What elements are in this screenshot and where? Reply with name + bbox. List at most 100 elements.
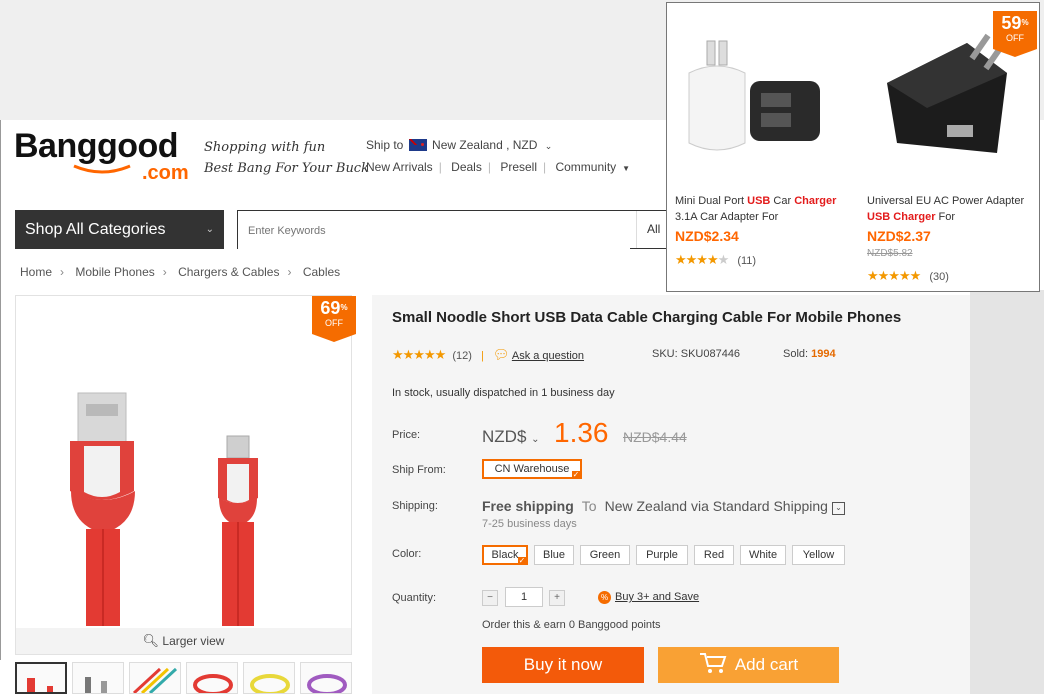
buy-now-button[interactable]: Buy it now	[482, 647, 644, 683]
thumbnail-1[interactable]	[15, 662, 67, 694]
color-option-purple[interactable]: Purple	[636, 545, 688, 565]
name-highlight: Charger	[794, 195, 837, 207]
name-part: Universal EU AC Power Adapter	[867, 195, 1025, 207]
larger-view-button[interactable]: 🔍︎ Larger view	[16, 628, 351, 654]
usb-cable-image	[70, 392, 258, 626]
thumbnail-image	[250, 674, 290, 693]
breadcrumb-separator-icon: ›	[287, 265, 292, 279]
nav-divider: |	[543, 160, 547, 174]
add-to-cart-button[interactable]: Add cart	[658, 647, 839, 683]
recommended-product-1-rating: ★★★★★ (11)	[675, 252, 756, 268]
popup-discount-badge: 59% OFF	[993, 11, 1037, 57]
currency-selector[interactable]: NZD$ ⌄	[482, 427, 540, 447]
chevron-down-icon: ⌄	[544, 141, 553, 151]
search-input[interactable]	[238, 211, 630, 250]
color-option-green[interactable]: Green	[580, 545, 630, 565]
recommended-product-1-name: Mini Dual Port USB Car Charger 3.1A Car …	[675, 193, 847, 225]
sold-value: 1994	[811, 348, 836, 360]
recommended-product-1-price: NZD$2.34	[675, 228, 739, 244]
page-side-shade	[970, 290, 1044, 694]
thumbnail-6[interactable]	[300, 662, 352, 694]
currency-value: NZD$	[482, 427, 527, 446]
ship-to-value: New Zealand , NZD	[432, 138, 538, 152]
product-title: Small Noodle Short USB Data Cable Chargi…	[392, 309, 902, 326]
name-part: 3.1A Car Adapter For	[675, 211, 779, 223]
nz-flag-icon	[408, 139, 427, 151]
quantity-label: Quantity:	[392, 592, 437, 604]
price-label: Price:	[392, 429, 421, 441]
nav-new-arrivals[interactable]: New Arrivals	[366, 160, 439, 174]
magnifier-icon: 🔍︎	[142, 633, 160, 648]
thumbnail-5[interactable]	[243, 662, 295, 694]
color-option-yellow[interactable]: Yellow	[792, 545, 845, 565]
points-note: Order this & earn 0 Banggood points	[482, 619, 661, 631]
caret-down-icon: ▼	[622, 164, 631, 173]
recommended-product-2-price: NZD$2.37	[867, 228, 931, 244]
dropdown-icon: ⌄	[831, 502, 845, 515]
buy-more-save-label: Buy 3+ and Save	[615, 591, 700, 603]
nav-divider: |	[487, 160, 491, 174]
thumbnail-image	[193, 674, 233, 693]
buy-more-save-link[interactable]: % Buy 3+ and Save	[598, 591, 699, 604]
discount-value: 59	[1001, 13, 1022, 33]
breadcrumb-home[interactable]: Home	[20, 265, 52, 279]
name-highlight: USB	[867, 211, 891, 223]
categories-label: Shop All Categories	[25, 221, 166, 238]
name-part: For	[935, 211, 956, 223]
sku: SKU: SKU087446	[652, 348, 741, 360]
breadcrumb: Home › Mobile Phones › Chargers & Cables › …	[20, 265, 340, 279]
tagline-line1: Shopping with fun	[204, 140, 326, 155]
breadcrumb-mobile-phones[interactable]: Mobile Phones	[75, 265, 154, 279]
color-option-black[interactable]: Black	[482, 545, 528, 565]
ship-to-label: Ship to	[366, 138, 404, 152]
shop-all-categories-button[interactable]: Shop All Categories ⌄	[15, 210, 224, 249]
car-charger-illustration	[675, 13, 843, 161]
discount-off: OFF	[1006, 33, 1024, 43]
breadcrumb-separator-icon: ›	[60, 265, 65, 279]
thumbnail-image	[85, 677, 107, 693]
sold-label: Sold:	[783, 348, 809, 360]
shipping-to: To	[581, 498, 597, 514]
name-part: Car	[770, 195, 795, 207]
rating-stars-icon: ★★★★★	[867, 268, 921, 283]
thumbnail-2[interactable]	[72, 662, 124, 694]
recommended-product-2-old-price: NZD$5.82	[867, 248, 913, 259]
quantity-plus-button[interactable]: +	[549, 590, 565, 606]
thumbnail-image	[307, 674, 347, 693]
thumbnail-4[interactable]	[186, 662, 238, 694]
color-option-red[interactable]: Red	[694, 545, 734, 565]
review-count: (11)	[737, 255, 757, 267]
breadcrumb-chargers-cables[interactable]: Chargers & Cables	[178, 265, 279, 279]
product-info-panel: Small Noodle Short USB Data Cable Chargi…	[372, 295, 970, 694]
recommended-product-1[interactable]: Mini Dual Port USB Car Charger 3.1A Car …	[667, 3, 847, 293]
product-gallery[interactable]: 69% OFF 🔍︎ Larger view	[15, 295, 356, 655]
color-option-white[interactable]: White	[740, 545, 786, 565]
ship-to-selector[interactable]: Ship to New Zealand , NZD ⌄	[366, 138, 552, 152]
top-nav: New Arrivals | Deals | Presell | Community ▼	[366, 160, 630, 174]
window-edge	[0, 120, 1, 660]
car-charger-image	[675, 13, 843, 161]
quantity-minus-button[interactable]: −	[482, 590, 498, 606]
nav-deals[interactable]: Deals	[445, 160, 488, 174]
color-option-blue[interactable]: Blue	[534, 545, 574, 565]
banggood-logo[interactable]: Banggood .com	[14, 127, 194, 184]
cart-icon	[699, 653, 727, 673]
logo-dotcom: .com	[142, 162, 189, 184]
shipping-method[interactable]: Free shipping To New Zealand via Standard …	[482, 498, 845, 515]
divider: |	[480, 350, 484, 362]
nav-community[interactable]: Community	[549, 160, 622, 174]
shipping-destination: New Zealand via Standard Shipping	[604, 498, 828, 514]
quantity-input[interactable]: 1	[505, 587, 543, 607]
review-count: (30)	[929, 271, 949, 283]
ship-from-option[interactable]: CN Warehouse	[482, 459, 582, 479]
logo-word-good: good	[97, 127, 179, 165]
review-count[interactable]: (12)	[452, 350, 472, 362]
ask-question-link[interactable]: Ask a question	[512, 350, 584, 362]
logo-smile-icon	[73, 164, 131, 174]
breadcrumb-separator-icon: ›	[162, 265, 167, 279]
breadcrumb-cables[interactable]: Cables	[303, 265, 340, 279]
thumbnail-image	[132, 667, 178, 693]
thumbnail-3[interactable]	[129, 662, 181, 694]
rating-stars-icon: ★★★★★	[392, 347, 446, 362]
nav-presell[interactable]: Presell	[494, 160, 543, 174]
